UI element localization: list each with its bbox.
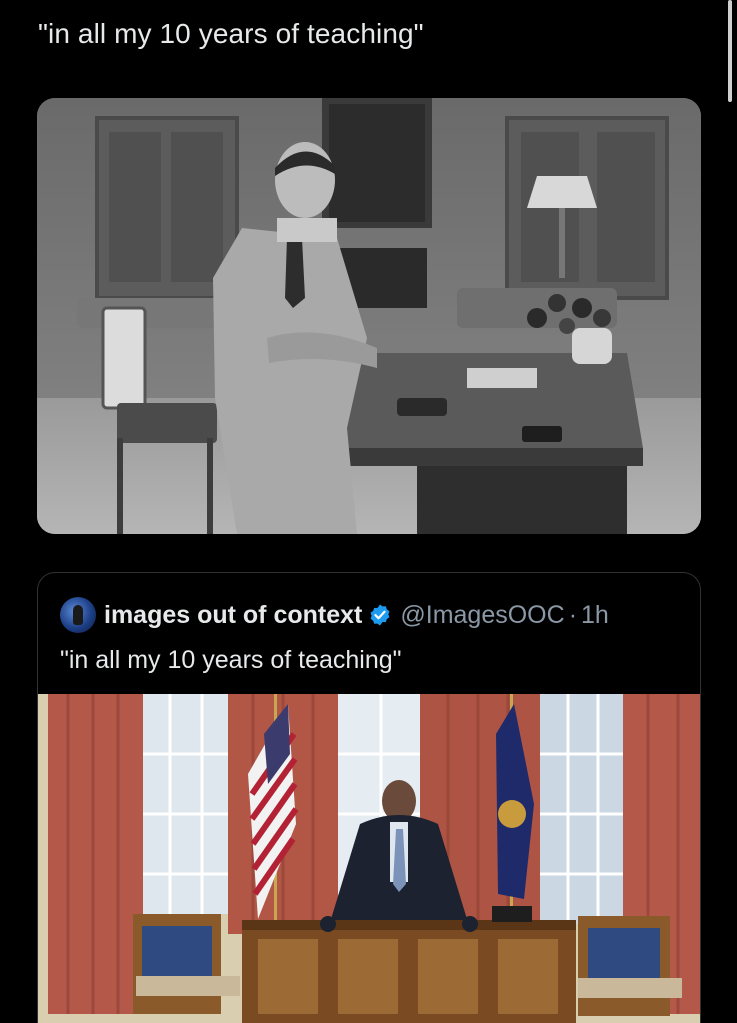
oval-office-photo [38, 694, 700, 1023]
verified-badge-icon [370, 604, 390, 626]
separator: · [568, 600, 578, 629]
quoted-tweet-text: "in all my 10 years of teaching" [60, 646, 402, 674]
timestamp[interactable]: 1h [581, 601, 609, 630]
avatar[interactable] [60, 597, 96, 633]
display-name[interactable]: images out of context [104, 601, 362, 630]
bw-office-photo [37, 98, 701, 534]
scrollbar[interactable] [728, 0, 732, 102]
quoted-tweet-header: images out of context @ImagesOOC · 1h [60, 595, 609, 635]
tweet-photo[interactable] [37, 98, 701, 534]
tweet-text: "in all my 10 years of teaching" [38, 18, 424, 49]
handle[interactable]: @ImagesOOC [400, 601, 564, 630]
quoted-tweet[interactable]: images out of context @ImagesOOC · 1h "i… [37, 572, 701, 1023]
quoted-tweet-photo[interactable] [38, 694, 700, 1023]
